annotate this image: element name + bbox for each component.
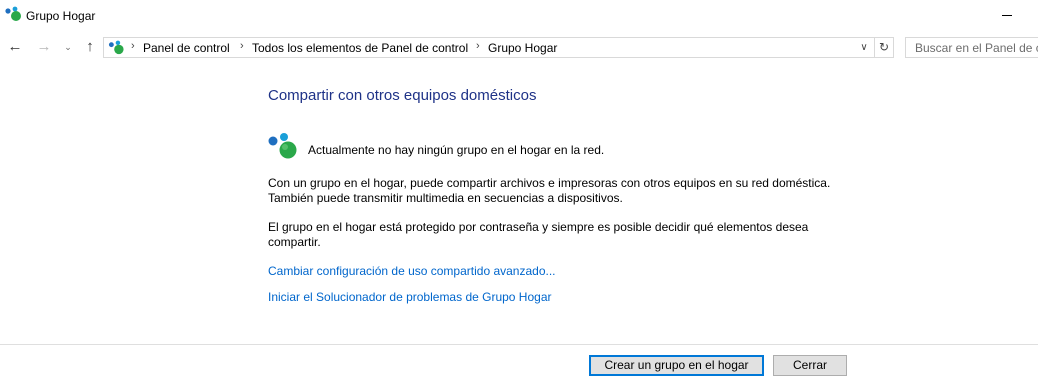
footer-divider: [0, 344, 1038, 345]
navigation-bar: ← → ⌄ ↑ › Panel de control › Todos los e…: [0, 34, 1038, 62]
breadcrumb-separator-icon[interactable]: ›: [131, 40, 135, 52]
arrow-left-icon: ←: [7, 38, 23, 55]
breadcrumb-homegroup[interactable]: Grupo Hogar: [488, 41, 557, 55]
homegroup-icon: [5, 6, 21, 21]
search-placeholder: Buscar en el Panel de control: [915, 41, 1038, 55]
homegroup-status-text: Actualmente no hay ningún grupo en el ho…: [308, 143, 605, 157]
troubleshooter-link[interactable]: Iniciar el Solucionador de problemas de …: [268, 290, 552, 304]
breadcrumb-separator-icon[interactable]: ›: [476, 40, 480, 52]
recent-locations-button[interactable]: ⌄: [61, 37, 75, 57]
up-button[interactable]: ↑: [80, 37, 100, 57]
advanced-sharing-link[interactable]: Cambiar configuración de uso compartido …: [268, 264, 556, 278]
arrow-right-icon: →: [36, 38, 52, 55]
forward-button[interactable]: →: [34, 37, 54, 57]
homegroup-icon: [108, 40, 124, 55]
close-button[interactable]: Cerrar: [773, 355, 847, 376]
arrow-up-icon: ↑: [86, 38, 94, 55]
breadcrumb-control-panel[interactable]: Panel de control: [143, 41, 230, 55]
minimize-button[interactable]: [998, 2, 1018, 28]
search-input[interactable]: Buscar en el Panel de control: [905, 37, 1038, 58]
create-homegroup-button[interactable]: Crear un grupo en el hogar: [589, 355, 764, 376]
back-button[interactable]: ←: [5, 37, 25, 57]
address-dropdown-button[interactable]: ∨: [856, 39, 872, 56]
homegroup-icon: [268, 133, 297, 159]
title-bar: Grupo Hogar: [0, 0, 1038, 32]
refresh-button[interactable]: ↻: [876, 39, 892, 56]
breadcrumb-all-items[interactable]: Todos los elementos de Panel de control: [252, 41, 468, 55]
breadcrumb-separator-icon[interactable]: ›: [240, 40, 244, 52]
address-divider: [874, 38, 875, 57]
window-title: Grupo Hogar: [26, 9, 96, 23]
security-paragraph: El grupo en el hogar está protegido por …: [268, 220, 809, 249]
page-heading: Compartir con otros equipos domésticos: [268, 87, 537, 104]
chevron-down-icon: ∨: [860, 42, 868, 53]
address-bar[interactable]: › Panel de control › Todos los elementos…: [103, 37, 894, 58]
description-paragraph: Con un grupo en el hogar, puede comparti…: [268, 176, 831, 205]
chevron-down-icon: ⌄: [64, 42, 72, 52]
refresh-icon: ↻: [878, 40, 890, 54]
